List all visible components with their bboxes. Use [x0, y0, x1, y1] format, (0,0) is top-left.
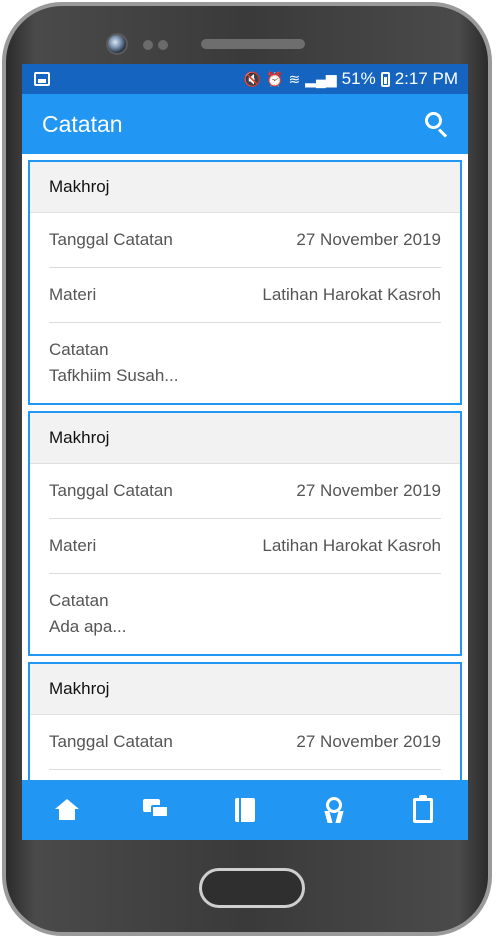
note-date-value: 27 November 2019: [296, 230, 441, 249]
note-catatan-label: Catatan: [49, 591, 109, 610]
status-bar: 🔇 ⏰ ≋ ▂▄▆ 51% 2:17 PM: [22, 64, 468, 94]
note-catatan-value: Tafkhiim Susah...: [49, 366, 179, 385]
search-icon[interactable]: [422, 109, 452, 139]
nav-home[interactable]: [47, 790, 87, 830]
note-materi-value: Latihan Harokat Kasroh: [262, 285, 441, 304]
sensor-dot: [143, 40, 153, 50]
note-catatan-label: Catatan: [49, 340, 109, 359]
notes-list[interactable]: Makhroj Tanggal Catatan 27 November 2019…: [22, 154, 468, 780]
note-card[interactable]: Makhroj Tanggal Catatan 27 November 2019: [28, 662, 462, 780]
note-date-label: Tanggal Catatan: [49, 481, 173, 500]
award-icon: [323, 797, 345, 823]
note-date-row: Tanggal Catatan 27 November 2019: [49, 715, 441, 770]
nav-clipboard[interactable]: [403, 790, 443, 830]
camera-icon: [106, 33, 128, 55]
note-date-label: Tanggal Catatan: [49, 732, 173, 751]
status-icons: 🔇 ⏰ ≋ ▂▄▆ 51% 2:17 PM: [244, 69, 458, 89]
home-hardware-button[interactable]: [199, 868, 305, 908]
status-time: 2:17 PM: [394, 69, 458, 88]
book-icon: [234, 798, 255, 822]
home-icon: [54, 799, 79, 821]
note-catatan: Catatan Tafkhiim Susah...: [30, 323, 460, 403]
note-materi-row: Materi Latihan Harokat Kasroh: [49, 519, 441, 574]
note-materi-label: Materi: [49, 536, 97, 555]
page-title: Catatan: [42, 110, 123, 137]
nav-award[interactable]: [314, 790, 354, 830]
note-materi-value: Latihan Harokat Kasroh: [262, 536, 441, 555]
wifi-icon: ≋: [288, 71, 301, 87]
note-materi-row: Materi Latihan Harokat Kasroh: [49, 268, 441, 323]
note-catatan-value: Ada apa...: [49, 617, 127, 636]
nav-chat[interactable]: [136, 790, 176, 830]
note-card[interactable]: Makhroj Tanggal Catatan 27 November 2019…: [28, 160, 462, 405]
earpiece-speaker: [201, 39, 305, 49]
note-card-header: Makhroj: [30, 413, 460, 464]
clipboard-icon: [413, 794, 434, 823]
battery-icon: [380, 71, 390, 87]
screen: 🔇 ⏰ ≋ ▂▄▆ 51% 2:17 PM Catatan Makhroj Ta…: [22, 64, 468, 840]
battery-percent: 51%: [341, 69, 376, 88]
note-date-value: 27 November 2019: [296, 481, 441, 500]
note-card-header: Makhroj: [30, 664, 460, 715]
bottom-navigation: [22, 780, 468, 840]
note-catatan: Catatan Ada apa...: [30, 574, 460, 654]
note-card[interactable]: Makhroj Tanggal Catatan 27 November 2019…: [28, 411, 462, 656]
note-card-header: Makhroj: [30, 162, 460, 213]
app-bar: Catatan: [22, 94, 468, 154]
note-date-row: Tanggal Catatan 27 November 2019: [49, 213, 441, 268]
note-materi-label: Materi: [49, 285, 97, 304]
signal-icon: ▂▄▆: [305, 71, 337, 87]
chat-icon: [142, 799, 169, 821]
note-date-row: Tanggal Catatan 27 November 2019: [49, 464, 441, 519]
image-icon: [34, 72, 50, 86]
nav-book[interactable]: [225, 790, 265, 830]
note-date-value: 27 November 2019: [296, 732, 441, 751]
sensor-dot: [158, 40, 168, 50]
note-date-label: Tanggal Catatan: [49, 230, 173, 249]
note-materi-row: [49, 770, 441, 780]
alarm-icon: ⏰: [266, 71, 284, 87]
mute-vibrate-icon: 🔇: [243, 71, 262, 87]
